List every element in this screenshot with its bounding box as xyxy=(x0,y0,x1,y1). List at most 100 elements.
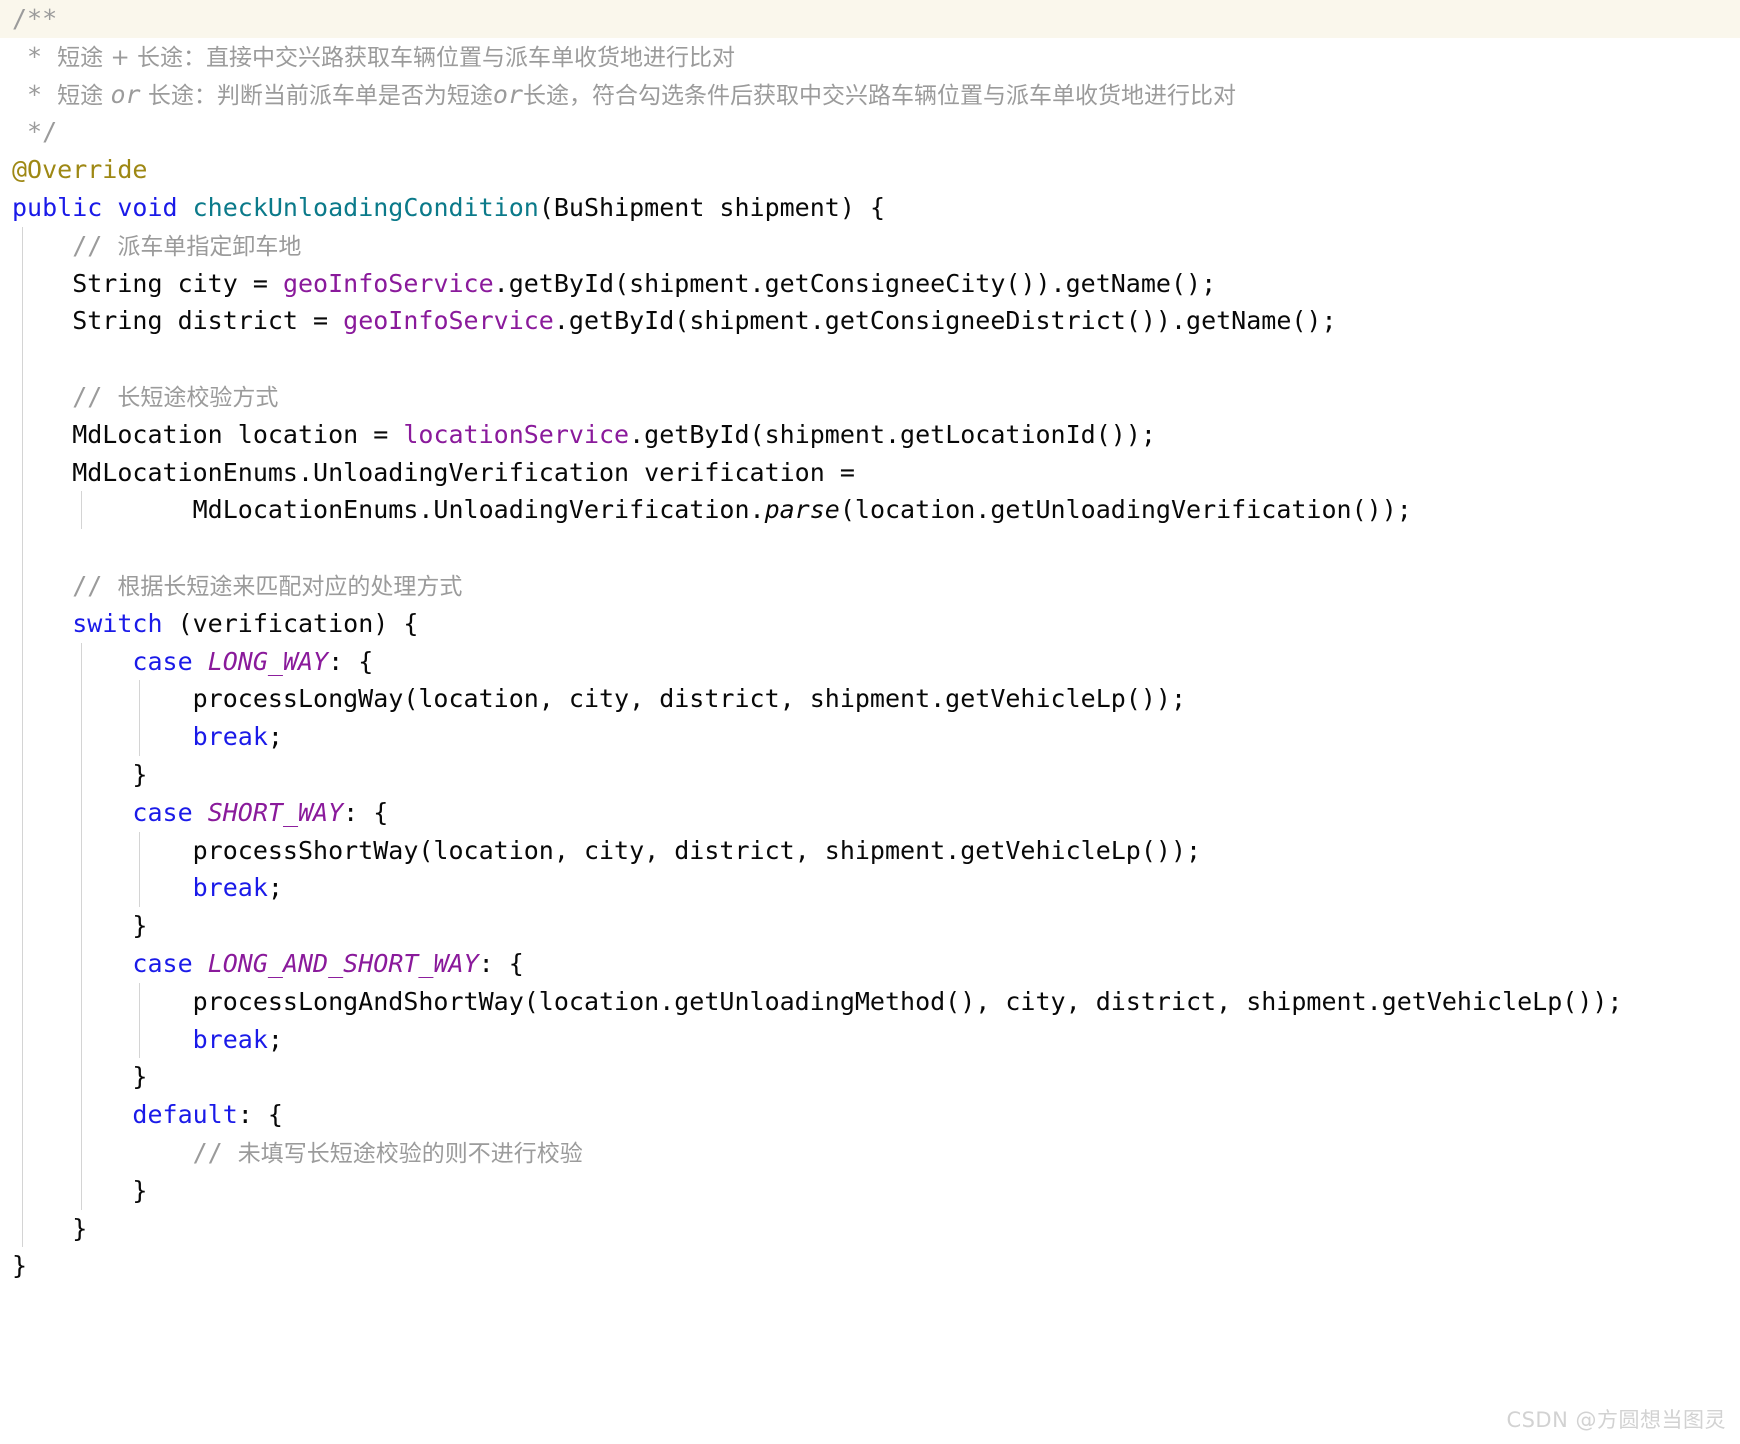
code-token-plain: MdLocation location = xyxy=(12,419,404,449)
code-token-comment: // xyxy=(12,382,118,411)
code-line-text: /** xyxy=(0,0,57,38)
code-line-text: break; xyxy=(0,869,283,907)
code-line[interactable]: String district = geoInfoService.getById… xyxy=(0,302,1740,340)
code-line[interactable]: /** xyxy=(0,0,1740,38)
code-line[interactable]: } xyxy=(0,907,1740,945)
code-token-plain: (BuShipment shipment) { xyxy=(538,193,885,222)
code-token-plain: processShortWay(location, city, district… xyxy=(12,835,1202,865)
code-line[interactable]: public void checkUnloadingCondition(BuSh… xyxy=(0,189,1740,227)
code-line-text: // 未填写长短途校验的则不进行校验 xyxy=(0,1134,583,1174)
code-token-plain: String city = xyxy=(12,268,283,298)
code-line-text: String city = geoInfoService.getById(shi… xyxy=(0,265,1216,303)
code-line[interactable] xyxy=(0,340,1740,378)
code-token-comment-cjk: 派车单指定卸车地 xyxy=(117,233,302,260)
code-token-const: LONG_AND_SHORT_WAY xyxy=(207,949,479,978)
code-token-plain: .getById(shipment.getConsigneeDistrict()… xyxy=(553,306,1337,336)
code-line[interactable]: */ xyxy=(0,113,1740,151)
code-token-plain: processLongAndShortWay(location.getUnloa… xyxy=(12,986,1623,1016)
code-line[interactable]: processShortWay(location, city, district… xyxy=(0,832,1740,870)
code-token-field: locationService xyxy=(403,419,630,449)
code-line-text: * 短途 + 长途：直接中交兴路获取车辆位置与派车单收货地进行比对 xyxy=(0,38,735,78)
code-line[interactable]: * 短途 + 长途：直接中交兴路获取车辆位置与派车单收货地进行比对 xyxy=(0,38,1740,76)
code-token-const: SHORT_WAY xyxy=(207,797,344,827)
code-line[interactable]: case LONG_WAY: { xyxy=(0,643,1740,681)
code-token-plain: } xyxy=(12,1175,148,1205)
indent-guide xyxy=(139,831,140,908)
code-line[interactable]: // 未填写长短途校验的则不进行校验 xyxy=(0,1134,1740,1172)
code-line-text: default: { xyxy=(0,1096,283,1134)
code-listing[interactable]: /** * 短途 + 长途：直接中交兴路获取车辆位置与派车单收货地进行比对 * … xyxy=(0,0,1740,1285)
code-line[interactable]: case SHORT_WAY: { xyxy=(0,794,1740,832)
code-viewer: /** * 短途 + 长途：直接中交兴路获取车辆位置与派车单收货地进行比对 * … xyxy=(0,0,1740,1444)
code-token-plain: .getById(shipment.getLocationId()); xyxy=(629,419,1156,449)
code-line-text: */ xyxy=(0,113,57,151)
code-token-keyword: case xyxy=(132,797,193,827)
code-line[interactable]: // 根据长短途来匹配对应的处理方式 xyxy=(0,567,1740,605)
code-token-keyword: switch xyxy=(72,608,163,638)
code-line[interactable]: MdLocationEnums.UnloadingVerification.pa… xyxy=(0,491,1740,529)
code-token-plain: : { xyxy=(237,1100,283,1130)
code-line[interactable] xyxy=(0,529,1740,567)
code-line[interactable]: } xyxy=(0,756,1740,794)
code-line[interactable]: // 长短途校验方式 xyxy=(0,378,1740,416)
code-line[interactable]: default: { xyxy=(0,1096,1740,1134)
code-token-plain: : { xyxy=(478,949,524,978)
code-token-comment-cjk: 短途 + 长途：直接中交兴路获取车辆位置与派车单收货地进行比对 xyxy=(57,44,736,71)
code-line-text: processLongWay(location, city, district,… xyxy=(0,680,1186,718)
code-line[interactable]: MdLocationEnums.UnloadingVerification ve… xyxy=(0,454,1740,492)
code-token-comment: * xyxy=(12,41,58,71)
indent-guide xyxy=(139,680,140,756)
code-token-keyword: break xyxy=(192,873,268,903)
code-line[interactable]: } xyxy=(0,1172,1740,1210)
code-line-text: MdLocation location = locationService.ge… xyxy=(0,416,1156,454)
code-line-text: break; xyxy=(0,1021,283,1059)
code-line[interactable]: break; xyxy=(0,718,1740,756)
code-token-field: geoInfoService xyxy=(282,268,494,298)
code-line[interactable]: case LONG_AND_SHORT_WAY: { xyxy=(0,945,1740,983)
code-line-text: } xyxy=(0,1210,87,1248)
code-line-text: // 派车单指定卸车地 xyxy=(0,227,301,267)
code-token-plain: } xyxy=(12,760,148,789)
code-line[interactable]: } xyxy=(0,1210,1740,1248)
code-line[interactable]: switch (verification) { xyxy=(0,605,1740,643)
code-token-plain: ; xyxy=(267,1024,283,1054)
code-token-field: geoInfoService xyxy=(343,306,554,336)
code-line[interactable]: @Override xyxy=(0,151,1740,189)
code-token-comment-cjk: 根据长短途来匹配对应的处理方式 xyxy=(117,574,463,600)
code-token-keyword: break xyxy=(192,1024,268,1054)
code-line[interactable]: } xyxy=(0,1247,1740,1285)
code-line-text: MdLocationEnums.UnloadingVerification.pa… xyxy=(0,491,1412,529)
code-line-text: } xyxy=(0,1247,27,1285)
code-line[interactable]: MdLocation location = locationService.ge… xyxy=(0,416,1740,454)
code-line-text: break; xyxy=(0,718,283,756)
code-line[interactable]: break; xyxy=(0,1021,1740,1059)
code-token-comment-cjk: 未填写长短途校验的则不进行校验 xyxy=(237,1141,583,1167)
code-line-text: String district = geoInfoService.getById… xyxy=(0,302,1337,340)
code-line[interactable]: // 派车单指定卸车地 xyxy=(0,227,1740,265)
code-token-comment-cjk: 长途：判断当前派车单是否为短途 xyxy=(140,82,493,109)
code-line[interactable]: processLongAndShortWay(location.getUnloa… xyxy=(0,983,1740,1021)
code-token-comment: // xyxy=(12,1138,238,1167)
code-line[interactable]: processLongWay(location, city, district,… xyxy=(0,680,1740,718)
indent-guide xyxy=(81,642,82,1210)
code-line[interactable]: String city = geoInfoService.getById(shi… xyxy=(0,265,1740,303)
code-token-keyword: public void xyxy=(12,193,193,222)
code-token-comment-italic: or xyxy=(492,79,523,109)
code-token-comment-italic: or xyxy=(110,79,141,109)
code-line-text: public void checkUnloadingCondition(BuSh… xyxy=(0,189,885,227)
code-line[interactable]: } xyxy=(0,1058,1740,1096)
code-token-const: LONG_WAY xyxy=(207,646,329,676)
code-line[interactable]: break; xyxy=(0,869,1740,907)
code-token-plain: String district = xyxy=(12,306,344,336)
code-line-text: switch (verification) { xyxy=(0,605,418,643)
code-token-comment: // xyxy=(12,230,118,260)
code-token-plain: } xyxy=(12,1062,148,1092)
code-line[interactable]: * 短途 or 长途：判断当前派车单是否为短途or长途，符合勾选条件后获取中交兴… xyxy=(0,76,1740,114)
